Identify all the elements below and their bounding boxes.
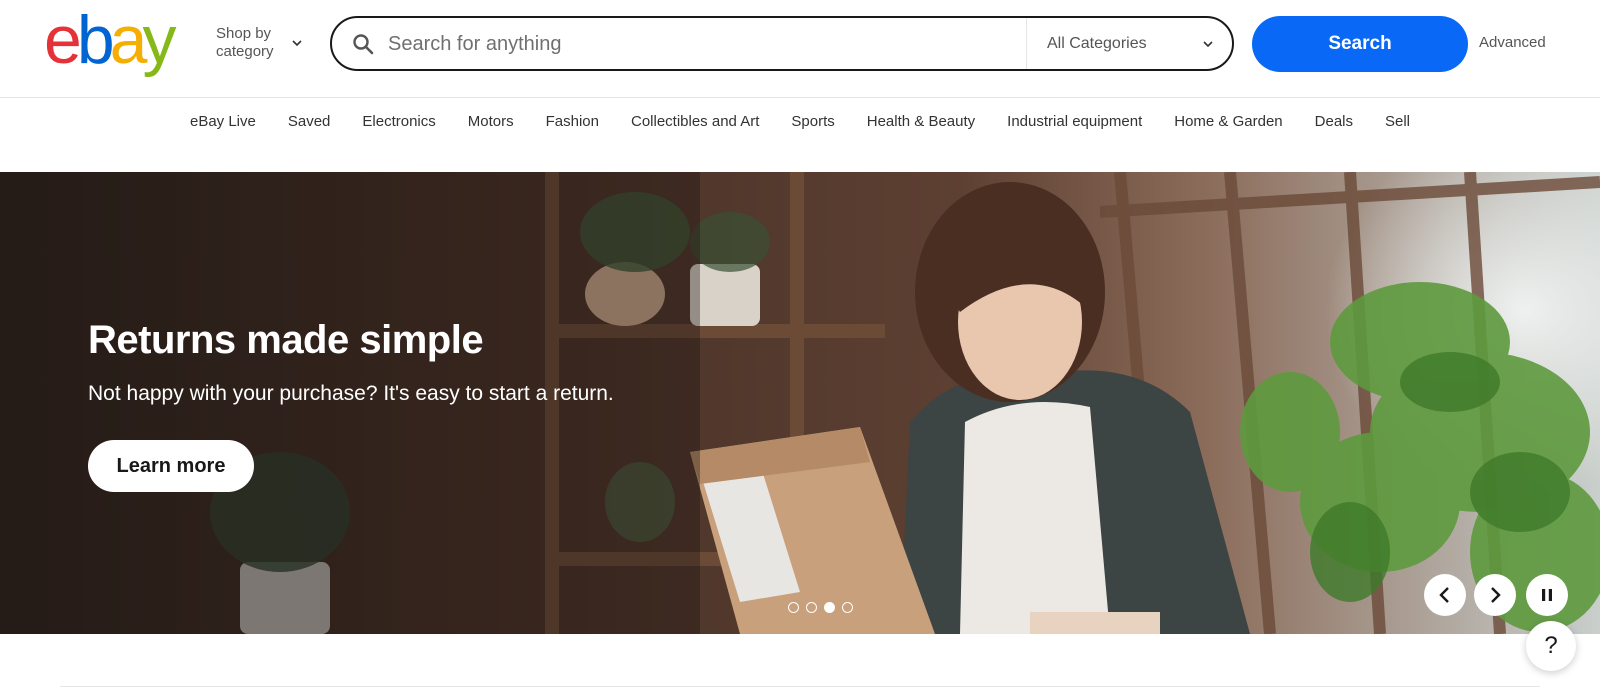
nav-item-industrial-equipment[interactable]: Industrial equipment <box>991 99 1158 171</box>
category-select-label: All Categories <box>1047 34 1147 52</box>
carousel-dot[interactable] <box>806 602 817 613</box>
carousel-next-button[interactable] <box>1474 574 1516 616</box>
category-select[interactable]: All Categories <box>1027 18 1232 69</box>
shop-by-category-button[interactable]: Shop by category <box>216 25 302 61</box>
nav-item-home-garden[interactable]: Home & Garden <box>1158 99 1298 171</box>
chevron-down-icon <box>292 40 302 47</box>
carousel-indicators <box>788 602 853 613</box>
carousel-pause-button[interactable] <box>1526 574 1568 616</box>
header: e b a y Shop by category All Categories … <box>0 0 1600 98</box>
nav-item-collectibles-and-art[interactable]: Collectibles and Art <box>615 99 775 171</box>
search-icon <box>353 34 374 55</box>
chevron-down-icon <box>1203 41 1213 48</box>
pause-icon <box>1542 589 1552 601</box>
nav-item-sports[interactable]: Sports <box>775 99 850 171</box>
search-button[interactable]: Search <box>1252 16 1468 72</box>
carousel-prev-button[interactable] <box>1424 574 1466 616</box>
help-button[interactable]: ? <box>1526 621 1576 671</box>
logo-letter-a: a <box>109 2 148 78</box>
logo-letter-e: e <box>44 2 82 78</box>
nav-item-sell[interactable]: Sell <box>1369 99 1426 171</box>
nav-item-health-beauty[interactable]: Health & Beauty <box>851 99 991 171</box>
nav-item-electronics[interactable]: Electronics <box>346 99 451 171</box>
nav-item-motors[interactable]: Motors <box>452 99 530 171</box>
nav-item-fashion[interactable]: Fashion <box>530 99 615 171</box>
carousel-dot[interactable] <box>788 602 799 613</box>
carousel-dot[interactable] <box>842 602 853 613</box>
chevron-right-icon <box>1491 587 1501 603</box>
carousel-dot-active[interactable] <box>824 602 835 613</box>
hero-title: Returns made simple <box>88 318 484 362</box>
nav-item-ebay-live[interactable]: eBay Live <box>174 99 272 171</box>
hero-subtitle: Not happy with your purchase? It's easy … <box>88 382 614 405</box>
ebay-logo[interactable]: e b a y <box>44 2 176 78</box>
shop-by-category-label: Shop by category <box>216 25 274 60</box>
nav-item-saved[interactable]: Saved <box>272 99 347 171</box>
search-bar: All Categories <box>330 16 1234 71</box>
search-input[interactable] <box>388 26 988 62</box>
hero-banner[interactable]: Returns made simple Not happy with your … <box>0 172 1600 634</box>
logo-letter-b: b <box>76 2 115 78</box>
logo-letter-y: y <box>142 2 176 78</box>
advanced-search-link[interactable]: Advanced <box>1479 34 1546 51</box>
divider <box>60 686 1540 687</box>
category-nav: eBay Live Saved Electronics Motors Fashi… <box>0 99 1600 171</box>
nav-item-deals[interactable]: Deals <box>1299 99 1369 171</box>
learn-more-button[interactable]: Learn more <box>88 440 254 492</box>
chevron-left-icon <box>1439 587 1449 603</box>
